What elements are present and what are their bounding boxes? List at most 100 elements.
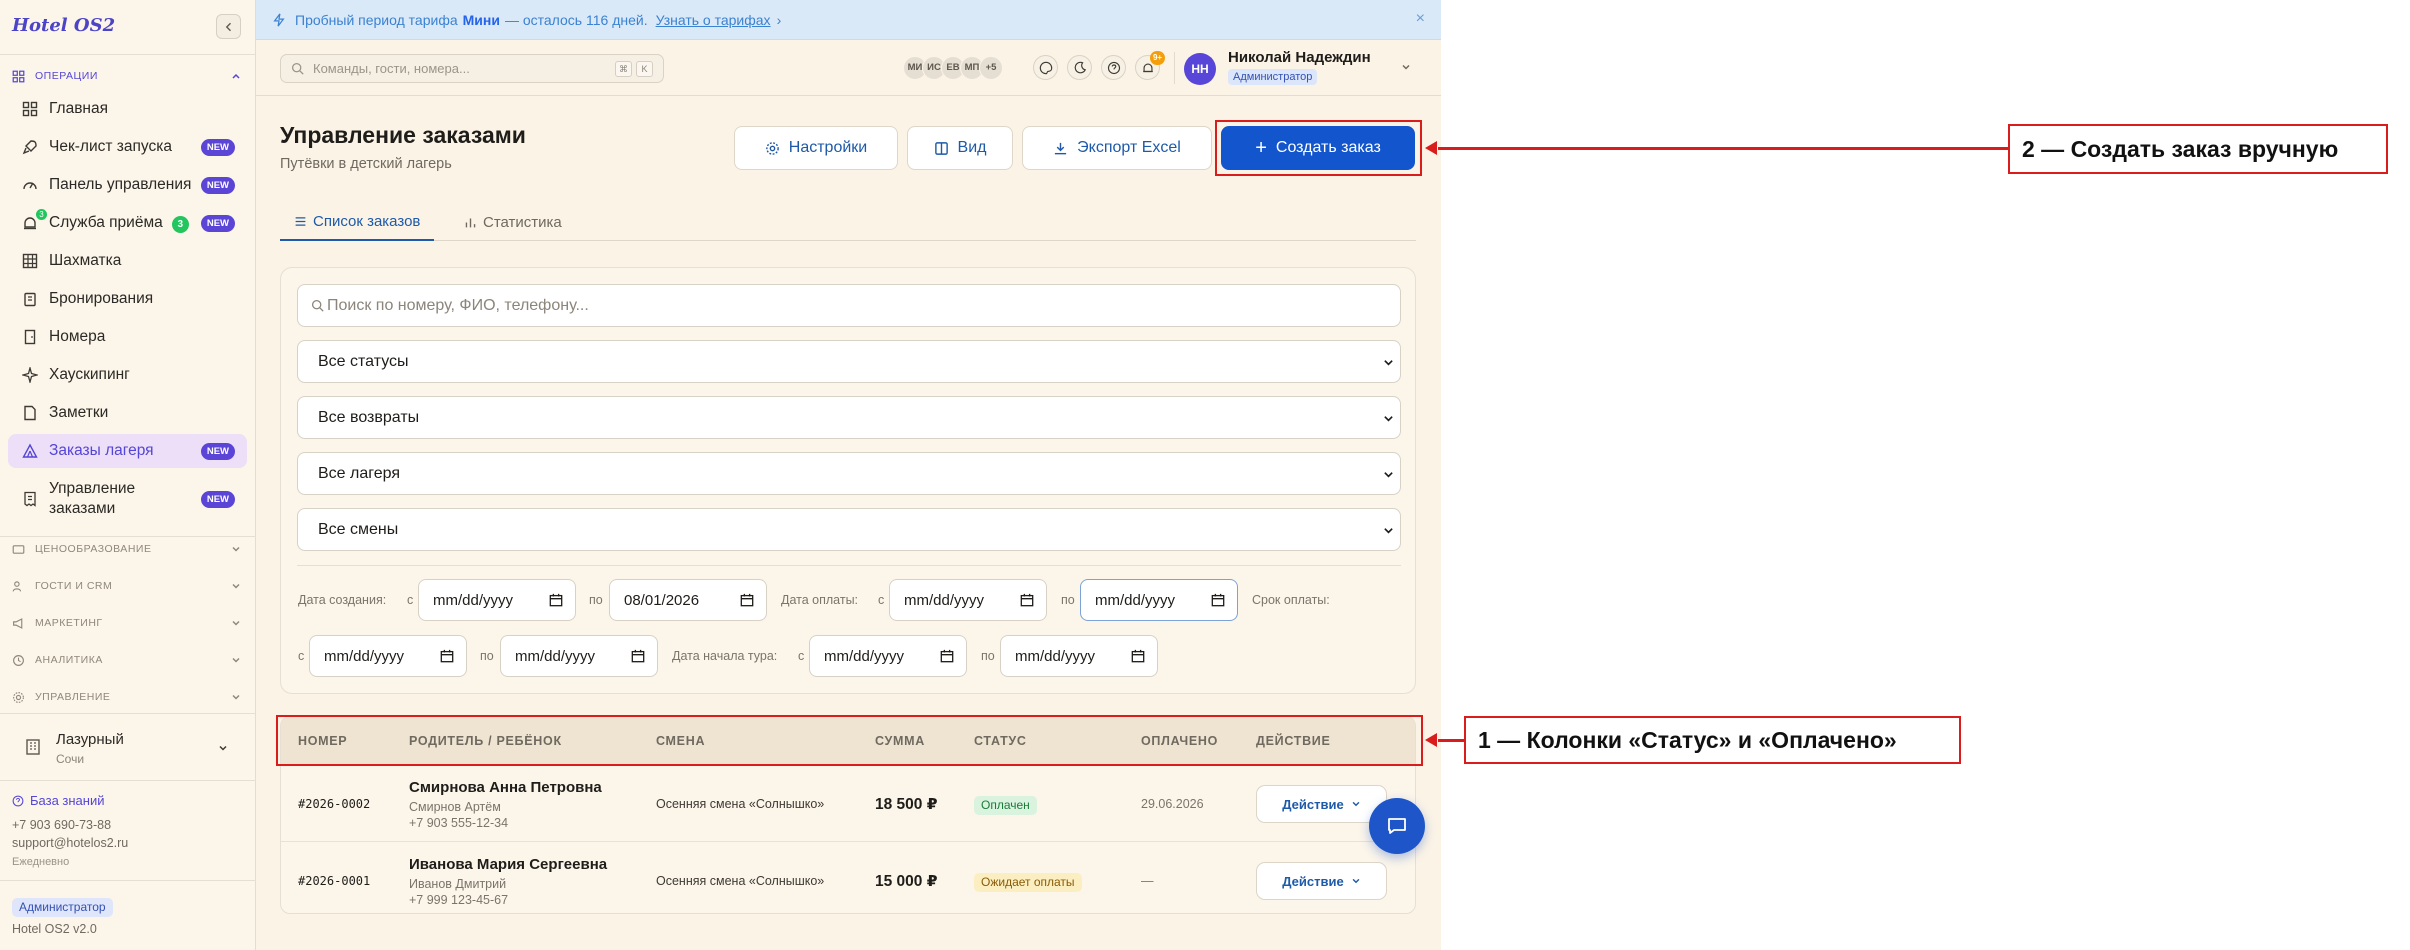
- order-search-placeholder: Поиск по номеру, ФИО, телефону...: [327, 296, 589, 314]
- calendar-icon: [631, 649, 645, 663]
- sparkle-icon: [22, 367, 38, 383]
- knowledge-base-link[interactable]: База знаний: [12, 793, 105, 808]
- tab-label: Список заказов: [313, 213, 421, 230]
- trial-plan: Мини: [462, 11, 500, 28]
- settings-button[interactable]: Настройки: [734, 126, 898, 170]
- calendar-icon: [1211, 593, 1225, 607]
- sidebar-group-label: АНАЛИТИКА: [35, 654, 103, 666]
- refund-filter-value: Все возвраты: [318, 408, 420, 426]
- deadline-to-date[interactable]: mm/dd/yyyy: [500, 635, 658, 677]
- action-button[interactable]: Действие: [1256, 862, 1387, 900]
- columns-icon: [934, 141, 948, 155]
- sidebar-group-label: ГОСТИ И CRM: [35, 580, 113, 592]
- sidebar-group-label: ОПЕРАЦИИ: [35, 70, 98, 82]
- dark-mode-button[interactable]: [1067, 55, 1092, 80]
- from-label: с: [878, 593, 885, 607]
- bell-icon: [24, 217, 36, 230]
- date-value: mm/dd/yyyy: [324, 647, 405, 665]
- calendar-icon: [1020, 593, 1034, 607]
- sidebar-group-analytics[interactable]: АНАЛИТИКА: [12, 650, 244, 670]
- tour-from-date[interactable]: mm/dd/yyyy: [809, 635, 967, 677]
- chevron-right-icon: ›: [776, 11, 782, 28]
- to-label: по: [1061, 593, 1075, 607]
- sidebar-item-dashboard[interactable]: Панель управления NEW: [8, 168, 247, 202]
- chevron-down-icon[interactable]: [1400, 61, 1412, 73]
- sidebar-item-camp-orders[interactable]: Заказы лагеря NEW: [8, 434, 247, 468]
- sidebar-item-rooms[interactable]: Номера: [8, 320, 247, 354]
- sidebar-item-label: Хаускипинг: [49, 366, 130, 383]
- pricing-link[interactable]: Узнать о тарифах: [656, 12, 771, 28]
- camp-filter-select[interactable]: Все лагеря: [297, 452, 1401, 495]
- theme-palette-button[interactable]: [1033, 55, 1058, 80]
- list-icon: [295, 217, 306, 226]
- export-excel-button[interactable]: Экспорт Excel: [1022, 126, 1212, 170]
- paid-to-date[interactable]: mm/dd/yyyy: [1080, 579, 1238, 621]
- sidebar-item-chessboard[interactable]: Шахматка: [8, 244, 247, 278]
- sidebar-group-operations[interactable]: ОПЕРАЦИИ: [12, 66, 244, 86]
- close-banner-button[interactable]: ×: [1416, 10, 1425, 28]
- created-to-date[interactable]: 08/01/2026: [609, 579, 767, 621]
- highlight-table-header: [276, 715, 1423, 766]
- table-row[interactable]: #2026-0001 Иванова Мария Сергеевна Ивано…: [281, 843, 1415, 913]
- chat-button[interactable]: [1369, 798, 1425, 854]
- sidebar-group-label: ЦЕНООБРАЗОВАНИЕ: [35, 543, 152, 555]
- tour-to-date[interactable]: mm/dd/yyyy: [1000, 635, 1158, 677]
- from-label: с: [407, 593, 414, 607]
- sidebar-divider: [0, 536, 256, 537]
- status-filter-select[interactable]: Все статусы: [297, 340, 1401, 383]
- export-label: Экспорт Excel: [1077, 139, 1181, 156]
- sidebar-divider: [0, 713, 256, 714]
- receipt-icon: [24, 491, 36, 507]
- tab-order-list[interactable]: Список заказов: [280, 204, 435, 241]
- trial-text: Пробный период тарифа: [295, 11, 458, 28]
- order-number: #2026-0002: [298, 797, 371, 811]
- chevron-down-icon: [1384, 472, 1393, 478]
- filters-divider: [297, 565, 1401, 566]
- date-value: mm/dd/yyyy: [1095, 591, 1176, 609]
- notifications-button[interactable]: 9+: [1135, 51, 1165, 80]
- sidebar-group-guests-crm[interactable]: ГОСТИ И CRM: [12, 576, 244, 596]
- callout-status-columns: 1 — Колонки «Статус» и «Оплачено»: [1464, 716, 1961, 764]
- sidebar-item-housekeeping[interactable]: Хаускипинг: [8, 358, 247, 392]
- sidebar-item-front-desk[interactable]: 3 Служба приёма 3 NEW: [8, 206, 247, 240]
- chevron-down-icon: [1384, 528, 1393, 534]
- chevron-down-icon: [232, 583, 240, 589]
- clipboard-icon: [24, 292, 36, 307]
- tab-statistics[interactable]: Статистика: [450, 204, 576, 241]
- sidebar-group-management[interactable]: УПРАВЛЕНИЕ: [12, 687, 244, 707]
- refund-filter-select[interactable]: Все возвраты: [297, 396, 1401, 439]
- order-search-input[interactable]: Поиск по номеру, ФИО, телефону...: [297, 284, 1401, 327]
- grid-icon: [22, 101, 38, 117]
- order-number: #2026-0001: [298, 874, 371, 888]
- table-row[interactable]: #2026-0002 Смирнова Анна Петровна Смирно…: [281, 766, 1415, 842]
- notifications-count: 9+: [1150, 51, 1165, 65]
- gear-icon: [765, 141, 779, 155]
- search-icon: [291, 62, 304, 75]
- view-button[interactable]: Вид: [907, 126, 1013, 170]
- status-badge: Ожидает оплаты: [974, 873, 1082, 892]
- user-name[interactable]: Николай Надеждин: [1228, 49, 1371, 66]
- sidebar-item-bookings[interactable]: Бронирования: [8, 282, 247, 316]
- sidebar-item-launch-checklist[interactable]: Чек-лист запуска NEW: [8, 130, 247, 164]
- sidebar-collapse-button[interactable]: [216, 14, 241, 39]
- paid-from-date[interactable]: mm/dd/yyyy: [889, 579, 1047, 621]
- created-from-date[interactable]: mm/dd/yyyy: [418, 579, 576, 621]
- deadline-from-date[interactable]: mm/dd/yyyy: [309, 635, 467, 677]
- new-badge: NEW: [200, 491, 235, 508]
- sidebar-item-home[interactable]: Главная: [8, 92, 247, 126]
- help-button[interactable]: [1101, 55, 1126, 80]
- sidebar-group-pricing[interactable]: ЦЕНООБРАЗОВАНИЕ: [12, 539, 244, 559]
- sidebar-item-order-management[interactable]: Управление заказами NEW: [8, 474, 247, 524]
- command-search[interactable]: Команды, гости, номера... ⌘ K: [280, 54, 664, 83]
- deadline-date-label: Срок оплаты:: [1252, 593, 1330, 607]
- online-users[interactable]: МИ ИС ЕВ МП +5: [903, 56, 1003, 80]
- user-avatar[interactable]: НН: [1184, 53, 1216, 85]
- hotel-switcher[interactable]: Лазурный Сочи: [12, 724, 244, 772]
- tab-bar: Список заказов Статистика: [280, 204, 1416, 241]
- action-button[interactable]: Действие: [1256, 785, 1387, 823]
- sidebar-item-notes[interactable]: Заметки: [8, 396, 247, 430]
- new-badge: NEW: [200, 139, 235, 156]
- sidebar-group-marketing[interactable]: МАРКЕТИНГ: [12, 613, 244, 633]
- new-badge: NEW: [200, 215, 235, 232]
- shift-filter-select[interactable]: Все смены: [297, 508, 1401, 551]
